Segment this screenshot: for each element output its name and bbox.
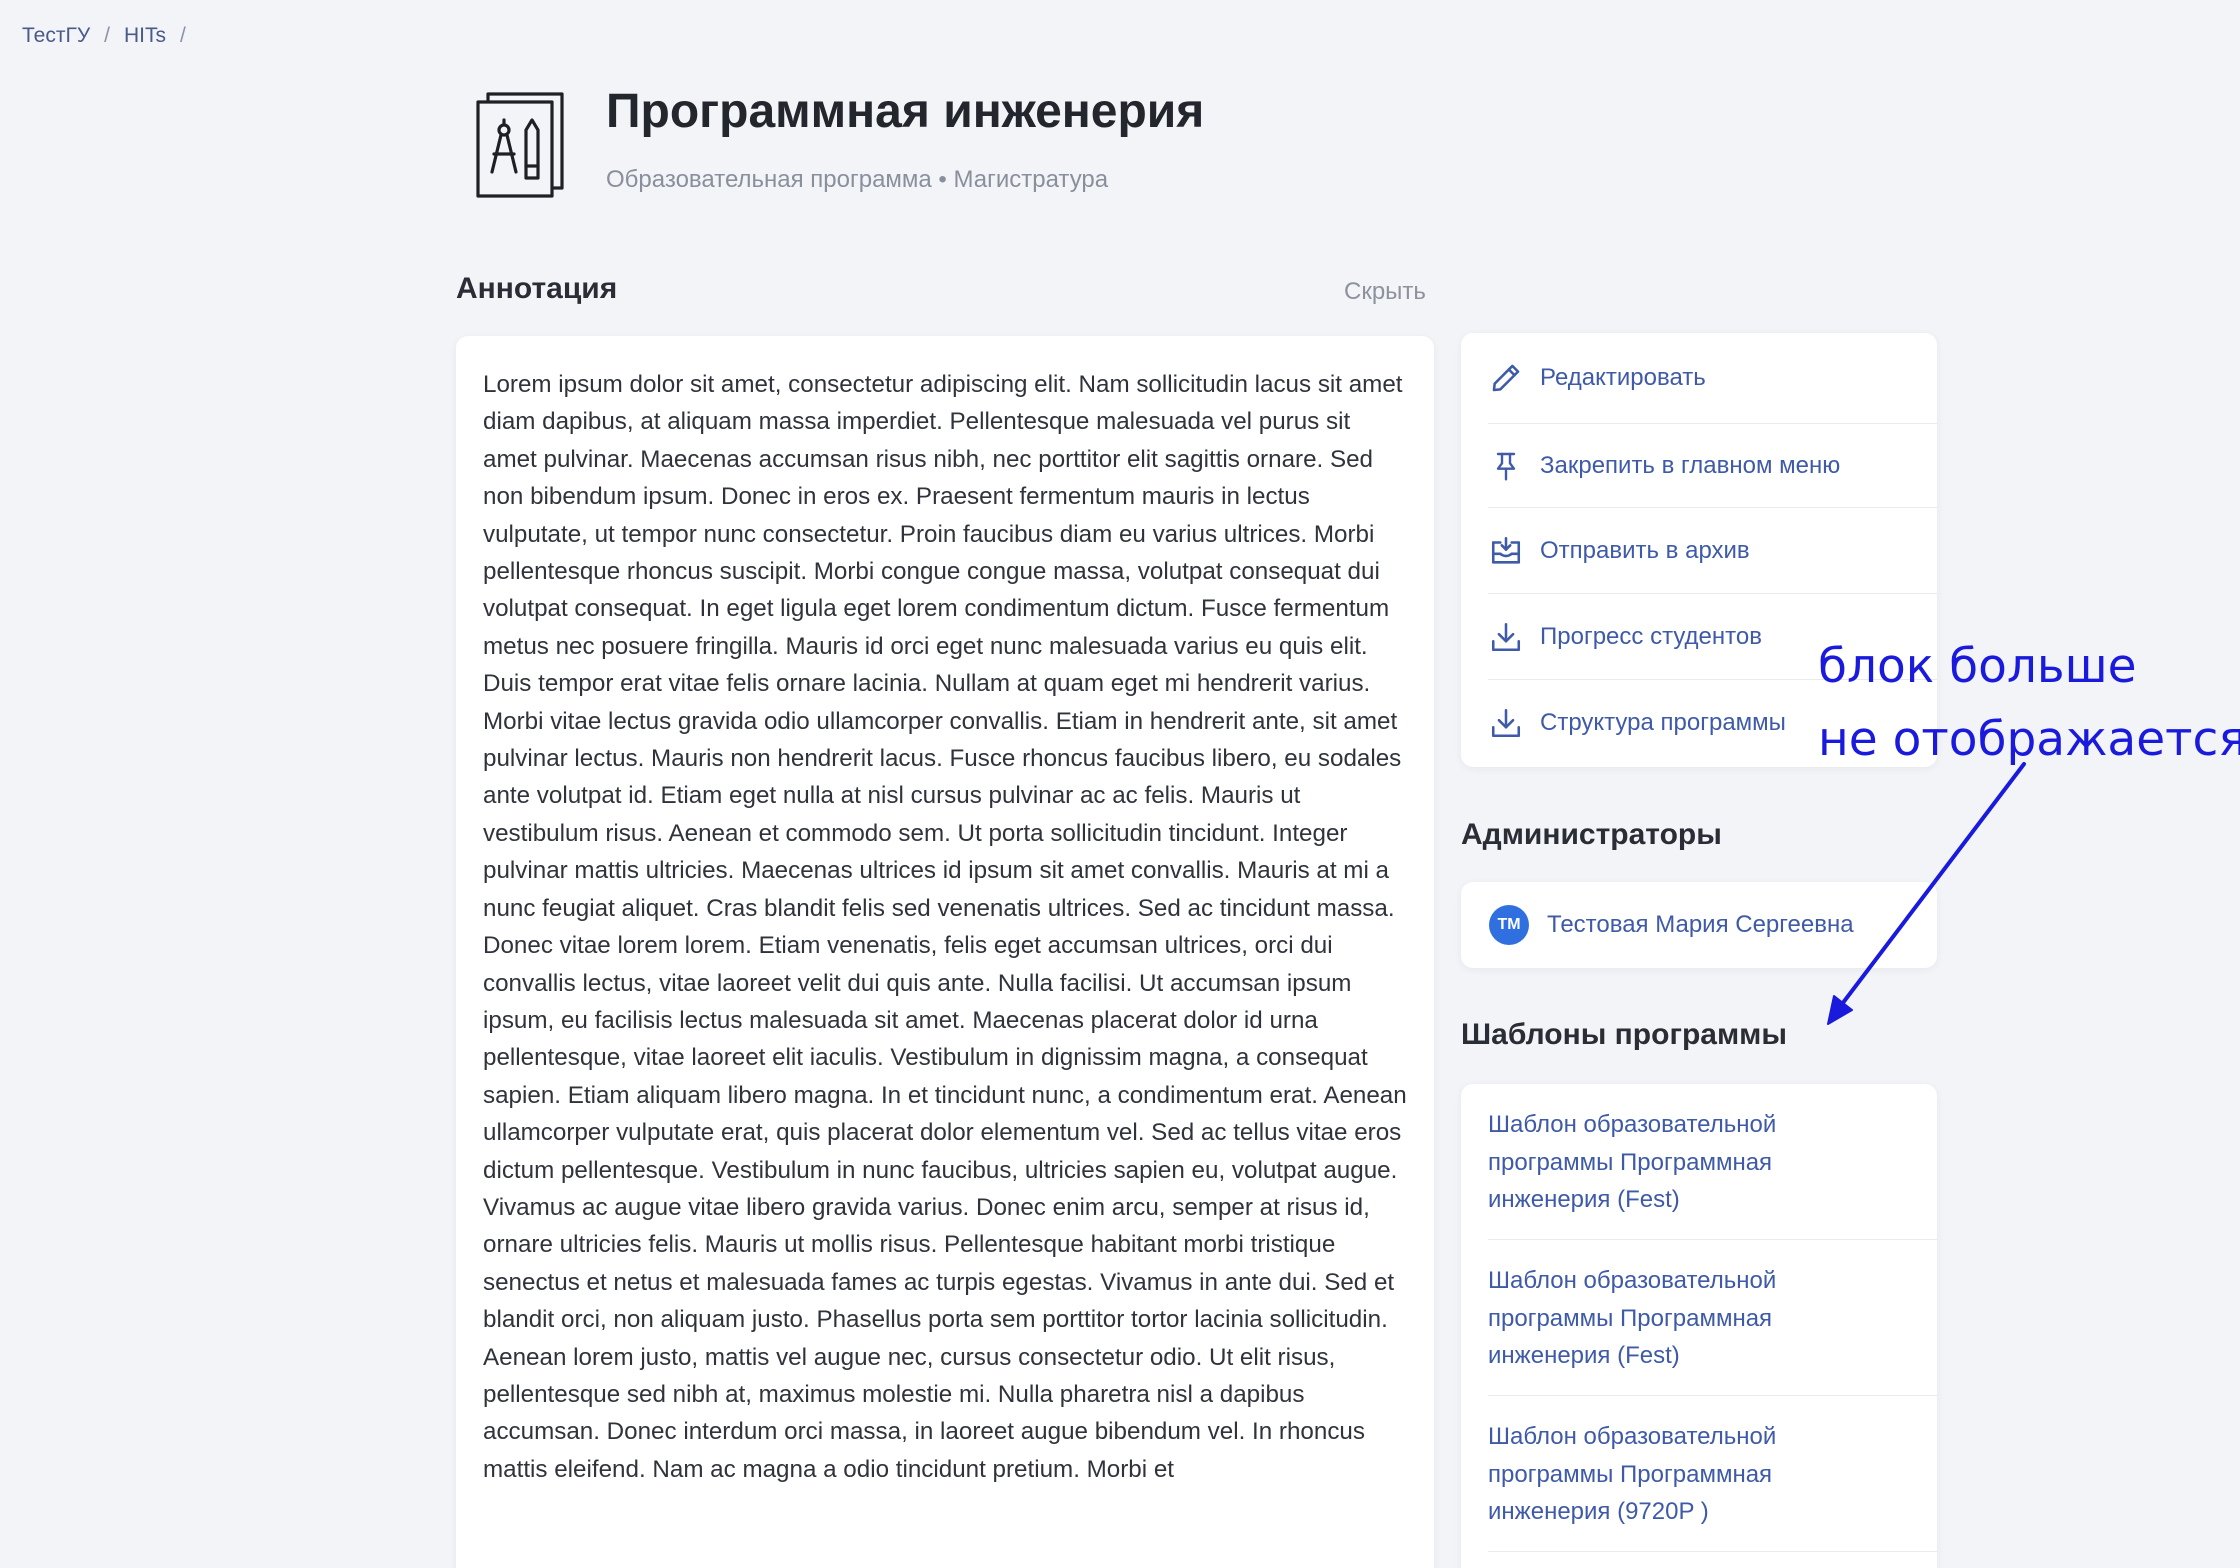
overlay-note: блок больше не отображается [1818, 630, 2240, 776]
program-structure-label: Структура программы [1540, 709, 1786, 736]
pin-to-menu-label: Закрепить в главном меню [1540, 452, 1841, 479]
breadcrumb-separator: / [180, 24, 186, 47]
administrator-item[interactable]: ТМ Тестовая Мария Сергеевна [1461, 882, 1937, 968]
administrator-name[interactable]: Тестовая Мария Сергеевна [1547, 911, 1854, 939]
divider [1488, 423, 1937, 424]
overlay-note-line: блок больше [1818, 639, 2137, 694]
template-item[interactable]: Шаблон образовательной программы Програм… [1488, 1084, 1937, 1240]
templates-heading: Шаблоны программы [1461, 1018, 1787, 1051]
template-link[interactable]: Шаблон образовательной программы Програм… [1488, 1418, 1828, 1531]
compass-pencil-icon [474, 90, 566, 198]
archive-button[interactable]: Отправить в архив [1488, 509, 1937, 593]
breadcrumb-item-university[interactable]: ТестГУ [22, 24, 90, 48]
pin-icon [1488, 448, 1524, 484]
divider [1488, 507, 1937, 508]
annotation-text: Lorem ipsum dolor sit amet, consectetur … [483, 371, 1407, 1483]
template-item[interactable]: Шаблон образовательной программы Програм… [1488, 1240, 1937, 1396]
breadcrumb-item-school[interactable]: HITs [124, 24, 166, 48]
page-subtitle: Образовательная программа • Магистратура [606, 166, 1109, 193]
page-title: Программная инженерия [606, 85, 1205, 138]
student-progress-label: Прогресс студентов [1540, 623, 1762, 650]
download-icon [1488, 705, 1524, 741]
templates-list: Шаблон образовательной программы Програм… [1461, 1084, 1937, 1568]
annotation-card: Lorem ipsum dolor sit amet, consectetur … [456, 336, 1434, 1568]
annotation-heading: Аннотация [456, 272, 618, 305]
archive-icon [1488, 533, 1524, 569]
administrators-heading: Администраторы [1461, 818, 1722, 851]
template-link[interactable]: Шаблон образовательной программы Програм… [1488, 1106, 1828, 1219]
pin-to-menu-button[interactable]: Закрепить в главном меню [1488, 425, 1937, 507]
template-item[interactable]: Шаблон образовательной программы Програм… [1488, 1396, 1937, 1552]
archive-button-label: Отправить в архив [1540, 537, 1750, 564]
breadcrumb: ТестГУ / HITs / [22, 24, 200, 48]
hide-annotation-button[interactable]: Скрыть [1344, 278, 1426, 306]
overlay-note-line: не отображается [1818, 712, 2240, 767]
download-icon [1488, 619, 1524, 655]
pencil-icon [1488, 360, 1524, 396]
page: ТестГУ / HITs / Программная инженерия Об… [0, 0, 2240, 1568]
avatar: ТМ [1489, 905, 1529, 945]
edit-button-label: Редактировать [1540, 364, 1706, 391]
edit-button[interactable]: Редактировать [1488, 333, 1937, 423]
breadcrumb-separator: / [104, 24, 111, 47]
divider [1488, 593, 1937, 594]
template-link[interactable]: Шаблон образовательной программы Програм… [1488, 1262, 1828, 1375]
